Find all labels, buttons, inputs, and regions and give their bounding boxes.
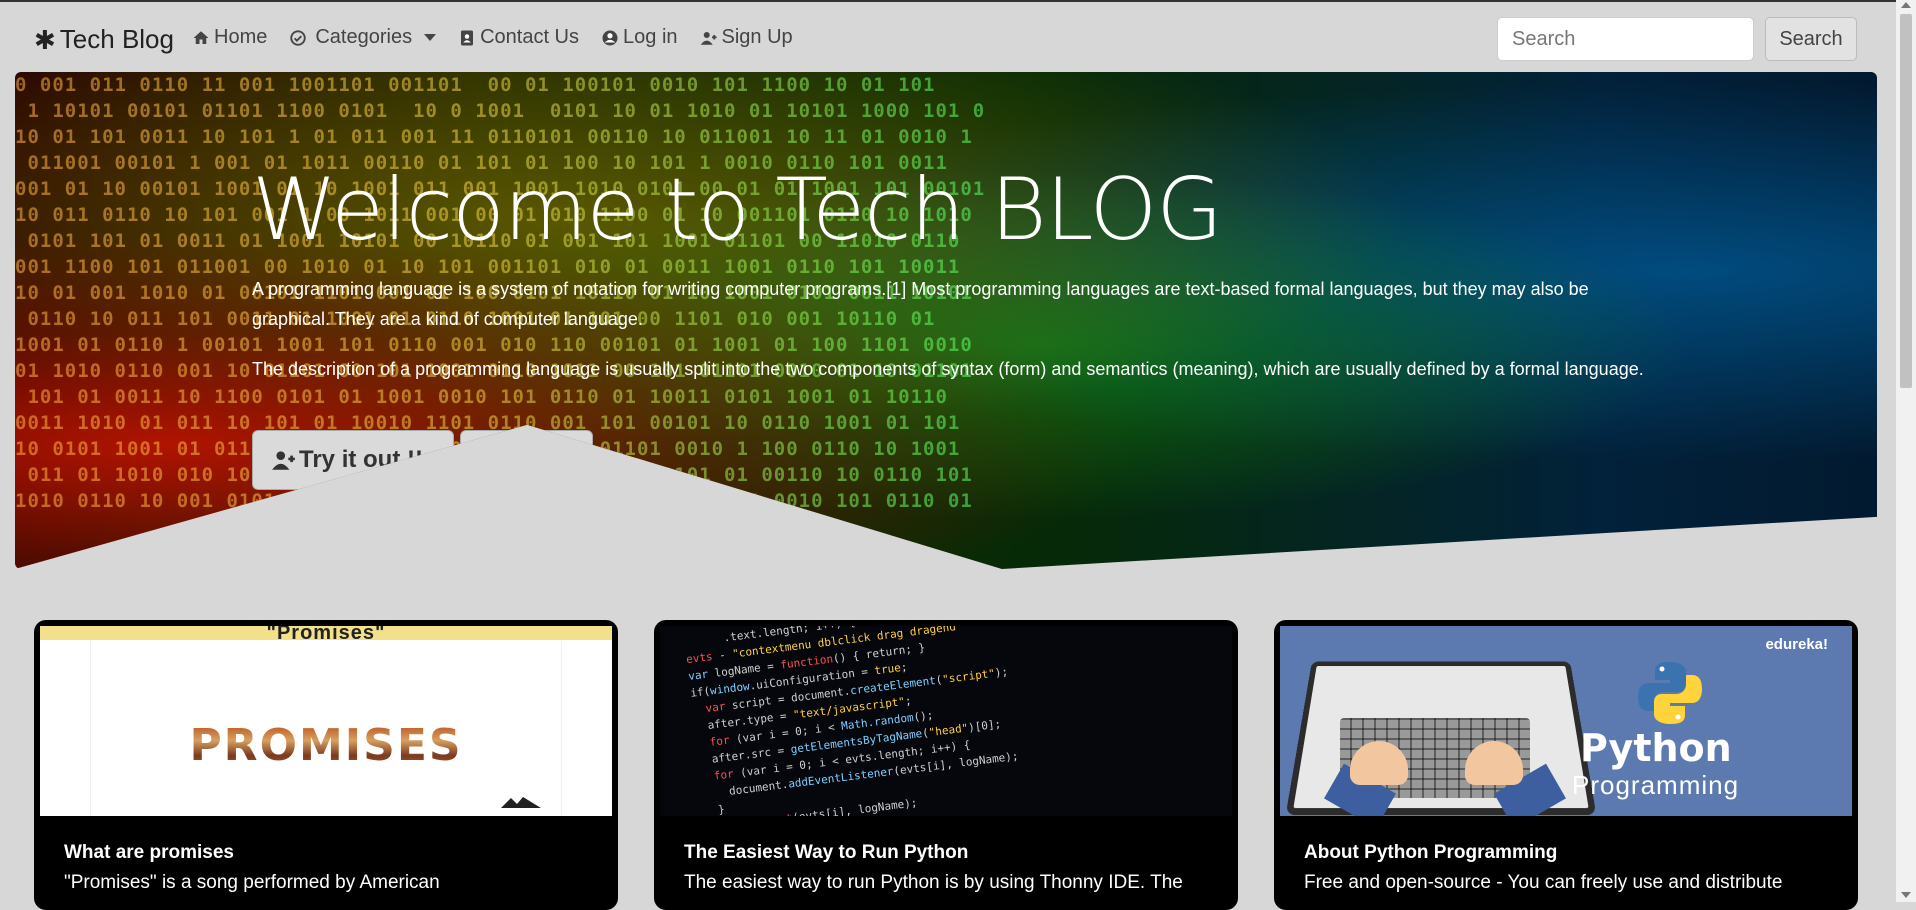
user-plus-icon <box>272 451 295 470</box>
nav-item-label: Categories <box>315 26 413 48</box>
spinner-icon <box>480 448 504 472</box>
navbar: ✱ Tech Blog Home Categories Contact Us L… <box>0 0 1916 72</box>
try-it-out-label: Try it out !! <box>299 446 423 473</box>
nav-menu: Home Categories Contact Us Log in Sign U… <box>192 26 793 49</box>
nav-item-signup[interactable]: Sign Up <box>700 26 793 49</box>
python-logo-icon <box>1638 662 1702 724</box>
hero-title: Welcome to Tech BLOG <box>252 160 1223 260</box>
nav-item-contact[interactable]: Contact Us <box>458 26 579 49</box>
post-card-run-python[interactable]: .text.length; i++) { evts - "contextmenu… <box>654 620 1238 910</box>
scroll-down-arrow-icon[interactable] <box>1901 892 1911 898</box>
post-card-promises[interactable]: "Promises" PROMISES What are promises "P… <box>34 620 618 910</box>
nav-item-label: Home <box>214 26 268 48</box>
promises-image-word: PROMISES <box>91 720 561 771</box>
card-image-promises: "Promises" PROMISES <box>40 626 612 816</box>
edureka-logo: edureka! <box>1765 636 1828 653</box>
scrollbar-thumb[interactable] <box>1900 14 1912 388</box>
scroll-up-arrow-icon[interactable] <box>1901 2 1911 8</box>
code-screenshot-image: .text.length; i++) { evts - "contextmenu… <box>670 626 1020 816</box>
image-panel: PROMISES <box>90 640 562 816</box>
post-card-about-python[interactable]: edureka! Python Programming About Python… <box>1274 620 1858 910</box>
nav-item-label: Contact Us <box>480 26 580 48</box>
user-circle-icon <box>602 30 618 45</box>
hero-banner: 0 001 011 0110 11 001 1001101 001101 00 … <box>15 72 1877 569</box>
hero-paragraph-1: A programming language is a system of no… <box>252 279 1589 329</box>
nav-item-label: Log in <box>623 26 678 48</box>
brand-label: Tech Blog <box>59 24 174 54</box>
python-image-title: Python <box>1580 726 1732 770</box>
python-image-subtitle: Programming <box>1572 770 1740 800</box>
card-excerpt: "Promises" is a song performed by Americ… <box>64 872 440 893</box>
card-excerpt: Free and open-source - You can freely us… <box>1304 872 1783 893</box>
asterisk-icon: ✱ <box>34 24 56 55</box>
card-title[interactable]: The Easiest Way to Run Python <box>684 842 968 864</box>
hero-paragraph-2: The description of a programming languag… <box>252 359 1644 379</box>
contact-book-icon <box>461 30 474 45</box>
login-button[interactable]: Login <box>460 430 593 490</box>
search-button[interactable]: Search <box>1765 17 1857 61</box>
nav-item-label: Sign Up <box>721 26 793 48</box>
mountain-logo-icon <box>501 797 541 808</box>
nav-item-home[interactable]: Home <box>192 26 267 49</box>
caret-down-icon <box>424 34 437 41</box>
search-input[interactable] <box>1497 17 1754 61</box>
user-plus-icon <box>700 31 717 45</box>
login-label: Login <box>507 446 573 473</box>
nav-item-categories[interactable]: Categories <box>289 26 437 49</box>
check-circle-icon <box>290 29 307 46</box>
card-image-python: edureka! Python Programming <box>1280 626 1852 816</box>
card-title[interactable]: About Python Programming <box>1304 842 1557 864</box>
home-icon <box>193 30 209 44</box>
try-it-out-button[interactable]: Try it out !! <box>252 430 454 490</box>
nav-item-login[interactable]: Log in <box>601 26 678 49</box>
card-title[interactable]: What are promises <box>64 842 234 864</box>
card-image-code: .text.length; i++) { evts - "contextmenu… <box>660 626 1232 816</box>
brand-link[interactable]: ✱ Tech Blog <box>34 24 174 55</box>
card-excerpt: The easiest way to run Python is by usin… <box>684 872 1183 893</box>
